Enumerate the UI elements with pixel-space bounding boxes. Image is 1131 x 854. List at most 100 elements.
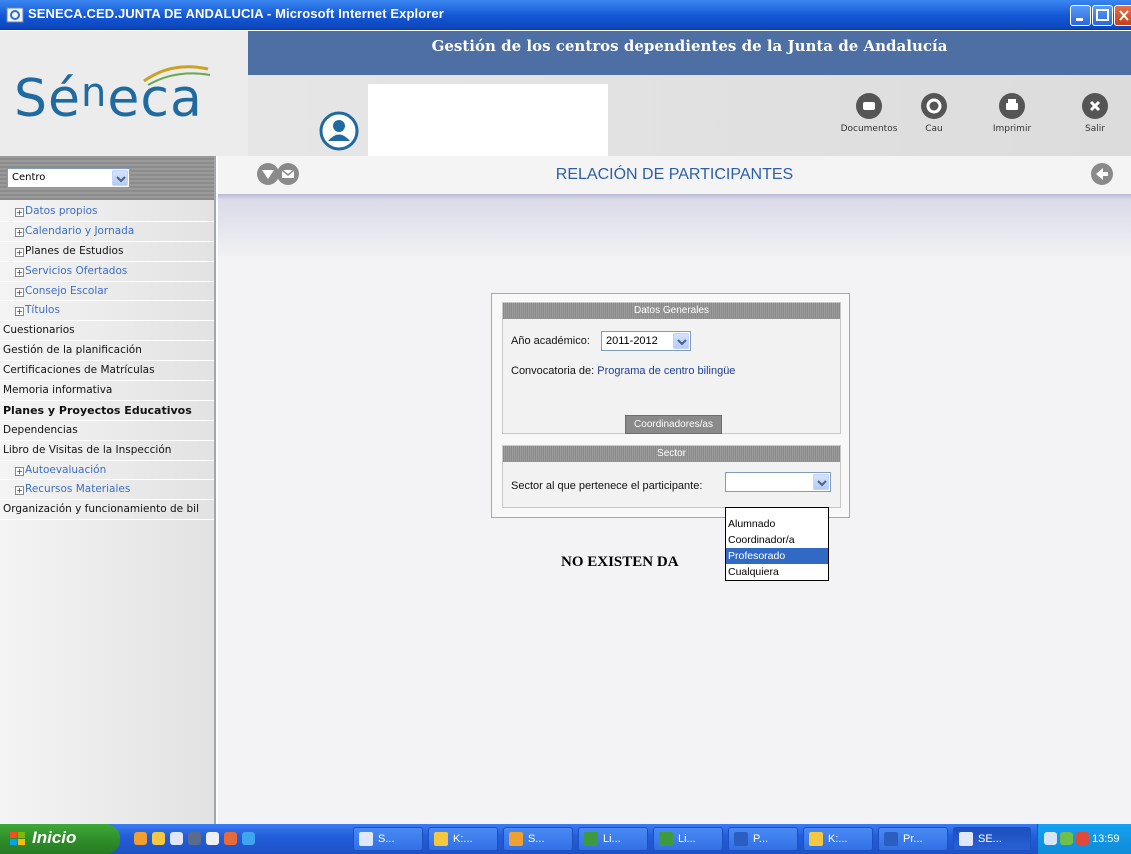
sidebar-item-label: Autoevaluación	[25, 463, 107, 476]
folder-quicklaunch-icon[interactable]	[152, 832, 165, 845]
clock: 13:59	[1092, 833, 1120, 845]
sidebar-item-planes-estudios[interactable]: + Planes de Estudios	[0, 242, 214, 262]
document-icon	[884, 832, 898, 846]
task-button[interactable]: Li...	[578, 827, 648, 851]
participants-form: Datos Generales Año académico: 2011-2012…	[491, 293, 850, 518]
datos-generales-heading: Datos Generales	[503, 303, 840, 319]
centro-select[interactable]: Centro	[7, 168, 130, 188]
option-profesorado[interactable]: Profesorado	[726, 548, 828, 564]
sector-dropdown-list[interactable]: Alumnado Coordinador/a Profesorado Cualq…	[725, 507, 829, 581]
console-quicklaunch-icon[interactable]	[188, 832, 201, 845]
dropdown-blank-option[interactable]	[726, 508, 828, 516]
cau-label: Cau	[925, 124, 943, 134]
sidebar-item-autoevaluacion[interactable]: + Autoevaluación	[0, 461, 214, 481]
logo-text: Sé	[14, 69, 81, 129]
chevron-down-icon	[673, 333, 689, 349]
task-button[interactable]: P...	[728, 827, 798, 851]
sidebar-item-label: Datos propios	[25, 205, 98, 217]
print-button[interactable]: Imprimir	[977, 93, 1047, 134]
disc-quicklaunch-icon[interactable]	[206, 832, 219, 845]
task-label: S...	[528, 833, 545, 845]
coordinadores-button[interactable]: Coordinadores/as	[625, 415, 722, 434]
option-cualquiera[interactable]: Cualquiera	[726, 564, 828, 580]
expand-icon: +	[15, 466, 24, 476]
window-title: SENECA.CED.JUNTA DE ANDALUCIA - Microsof…	[28, 6, 444, 21]
sidebar-item-dependencias[interactable]: Dependencias	[0, 421, 214, 441]
spreadsheet-icon	[659, 832, 673, 846]
expand-icon: +	[15, 486, 24, 496]
tray-network-icon[interactable]	[1060, 832, 1073, 845]
sidebar-item-calendario[interactable]: + Calendario y Jornada	[0, 222, 214, 242]
expand-icon: +	[15, 267, 24, 277]
sidebar-item-servicios[interactable]: + Servicios Ofertados	[0, 262, 214, 282]
sidebar-item-datos-propios[interactable]: + Datos propios	[0, 202, 214, 222]
documents-label: Documentos	[840, 124, 898, 134]
task-button[interactable]: S...	[503, 827, 573, 851]
task-button-active[interactable]: SE...	[953, 827, 1031, 851]
logo-tail: eca	[107, 69, 203, 129]
user-icon[interactable]	[318, 110, 360, 152]
ie-quicklaunch-icon[interactable]	[242, 832, 255, 845]
sidebar-item-label: Recursos Materiales	[25, 483, 131, 496]
task-label: SE...	[978, 833, 1002, 845]
centro-bar: Centro	[0, 156, 214, 200]
task-button[interactable]: K:...	[428, 827, 498, 851]
sidebar-item-label: Títulos	[25, 304, 60, 317]
start-button[interactable]: Inicio	[0, 824, 120, 854]
expand-icon: +	[15, 307, 24, 317]
ie-icon	[6, 7, 24, 23]
sidebar-item-consejo[interactable]: + Consejo Escolar	[0, 282, 214, 302]
sidebar-item-planes-proyectos[interactable]: Planes y Proyectos Educativos	[0, 401, 214, 421]
sidebar-item-label: Memoria informativa	[3, 384, 113, 397]
task-button[interactable]: Li...	[653, 827, 723, 851]
maximize-button[interactable]	[1092, 5, 1113, 26]
logo-area: Séneca	[0, 31, 248, 156]
option-coordinador[interactable]: Coordinador/a	[726, 532, 828, 548]
sidebar-item-recursos[interactable]: + Recursos Materiales	[0, 480, 214, 501]
sidebar-item-cuestionarios[interactable]: Cuestionarios	[0, 321, 214, 342]
task-button[interactable]: S...	[353, 827, 423, 851]
task-label: Li...	[678, 833, 696, 845]
maximize-icon	[1096, 9, 1109, 21]
sidebar-item-planificacion[interactable]: Gestión de la planificación	[0, 341, 214, 362]
sidebar-item-label: Dependencias	[3, 423, 78, 436]
seneca-logo: Séneca	[14, 69, 203, 129]
centro-select-value: Centro	[12, 172, 46, 183]
cau-button[interactable]: Cau	[899, 93, 969, 134]
tray-security-icon[interactable]	[1076, 832, 1089, 845]
sidebar-item-libro-visitas[interactable]: Libro de Visitas de la Inspección	[0, 441, 214, 461]
convocatoria-row: Convocatoria de: Programa de centro bili…	[511, 365, 735, 377]
app-quicklaunch-icon[interactable]	[170, 832, 183, 845]
sector-heading: Sector	[503, 446, 840, 462]
task-label: K:...	[453, 833, 473, 845]
expand-icon: +	[15, 227, 24, 237]
exit-label: Salir	[1085, 124, 1105, 134]
minimize-button[interactable]	[1070, 5, 1091, 26]
option-alumnado[interactable]: Alumnado	[726, 516, 828, 532]
media-quicklaunch-icon[interactable]	[224, 832, 237, 845]
sidebar-item-label: Certificaciones de Matrículas	[3, 364, 155, 377]
sidebar-item-titulos[interactable]: + Títulos	[0, 301, 214, 322]
banner-title: Gestión de los centros dependientes de l…	[431, 37, 948, 55]
close-button[interactable]	[1114, 5, 1131, 26]
sector-label: Sector al que pertenece el participante:	[511, 480, 703, 492]
documents-button[interactable]: Documentos	[834, 93, 904, 134]
expand-icon: +	[15, 247, 24, 257]
exit-icon	[1082, 93, 1108, 119]
firefox-quicklaunch-icon[interactable]	[134, 832, 147, 845]
sidebar-item-organizacion[interactable]: Organización y funcionamiento de bil	[0, 500, 214, 521]
task-label: K:...	[828, 833, 848, 845]
sector-select[interactable]	[725, 472, 831, 492]
year-select-value: 2011-2012	[606, 335, 658, 347]
tray-arrow-icon[interactable]	[1044, 832, 1057, 845]
task-button[interactable]: Pr...	[878, 827, 948, 851]
year-select[interactable]: 2011-2012	[601, 331, 691, 351]
sidebar-item-certificaciones[interactable]: Certificaciones de Matrículas	[0, 361, 214, 382]
datos-generales-section: Datos Generales Año académico: 2011-2012…	[502, 302, 841, 434]
print-icon	[999, 93, 1025, 119]
task-button[interactable]: K:...	[803, 827, 873, 851]
folder-icon	[809, 832, 823, 846]
sidebar-item-memoria[interactable]: Memoria informativa	[0, 381, 214, 401]
back-arrow-icon[interactable]	[1090, 162, 1114, 186]
exit-button[interactable]: Salir	[1060, 93, 1130, 134]
